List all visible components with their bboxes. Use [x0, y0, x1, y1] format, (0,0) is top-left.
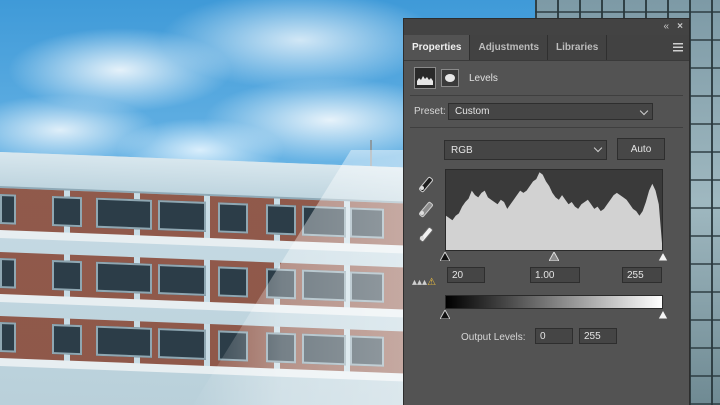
chevron-down-icon [639, 106, 649, 116]
histogram-area [446, 172, 662, 250]
histogram-graph [446, 172, 662, 250]
levels-histogram-icon[interactable] [414, 67, 436, 89]
divider [410, 95, 683, 96]
output-black-field[interactable]: 0 [535, 328, 573, 344]
properties-panel: « × Properties Adjustments Libraries Lev… [403, 18, 690, 405]
tab-libraries[interactable]: Libraries [548, 35, 608, 60]
divider [410, 127, 683, 128]
layer-mask-icon[interactable] [441, 69, 459, 87]
input-gamma-handle[interactable] [549, 252, 559, 261]
close-icon[interactable]: × [677, 21, 683, 32]
output-white-field[interactable]: 255 [579, 328, 617, 344]
gray-point-eyedropper-icon[interactable] [418, 202, 432, 216]
adjustment-name: Levels [469, 72, 498, 84]
panel-menu-icon[interactable] [673, 43, 683, 52]
adjustment-header: Levels [414, 67, 498, 89]
white-point-eyedropper-icon[interactable] [418, 227, 432, 241]
output-white-handle[interactable] [658, 310, 668, 319]
output-gradient-bar [445, 295, 663, 309]
clipping-warning-icon[interactable]: ▴▴▴⚠ [412, 277, 436, 288]
histogram [445, 169, 663, 251]
input-white-handle[interactable] [658, 252, 668, 261]
input-gamma-field[interactable]: 1.00 [530, 267, 580, 283]
input-black-field[interactable]: 20 [447, 267, 485, 283]
tab-properties[interactable]: Properties [404, 35, 471, 60]
panel-titlebar: « × [404, 19, 689, 35]
preset-value: Custom [455, 106, 490, 117]
auto-button[interactable]: Auto [617, 138, 665, 160]
tab-adjustments[interactable]: Adjustments [470, 35, 549, 60]
channel-dropdown[interactable]: RGB [444, 140, 607, 160]
collapse-icon[interactable]: « [663, 21, 668, 32]
input-levels-slider [440, 252, 668, 264]
output-black-handle[interactable] [440, 310, 450, 319]
panel-tabs: Properties Adjustments Libraries [404, 35, 689, 61]
channel-value: RGB [451, 145, 473, 156]
preset-dropdown[interactable]: Custom [448, 103, 653, 120]
black-point-eyedropper-icon[interactable] [418, 177, 432, 191]
chevron-down-icon [593, 143, 603, 153]
input-white-field[interactable]: 255 [622, 267, 662, 283]
output-levels-slider [440, 310, 668, 322]
input-black-handle[interactable] [440, 252, 450, 261]
output-levels-label: Output Levels: [461, 332, 526, 343]
preset-label: Preset: [414, 106, 446, 117]
